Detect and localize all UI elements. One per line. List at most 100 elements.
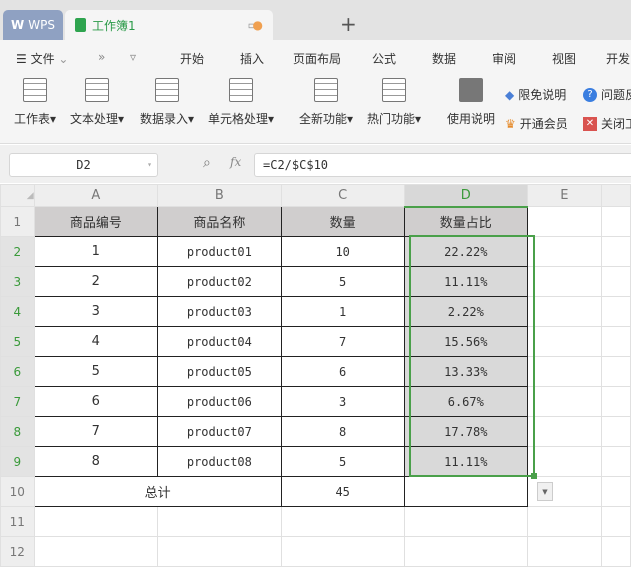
cell[interactable]: product04 <box>157 326 282 357</box>
cell[interactable]: product01 <box>157 236 282 267</box>
free-info-link[interactable]: ◆ 限免说明 <box>505 86 566 103</box>
cell[interactable]: 15.56% <box>403 326 529 357</box>
cell[interactable]: 2.22% <box>403 296 529 327</box>
cell[interactable] <box>600 536 631 567</box>
cell[interactable] <box>157 536 282 567</box>
cell[interactable]: product03 <box>157 296 282 327</box>
cell[interactable] <box>527 506 602 537</box>
cell[interactable]: 商品编号 <box>33 206 159 237</box>
cell[interactable] <box>527 206 602 237</box>
cell[interactable] <box>600 506 631 537</box>
data-entry-button[interactable]: 数据录入▾ <box>140 78 194 127</box>
cell[interactable]: 6 <box>33 386 159 417</box>
cell[interactable] <box>527 266 602 297</box>
cell[interactable]: 17.78% <box>403 416 529 447</box>
cell[interactable] <box>403 536 529 567</box>
cell[interactable] <box>403 506 529 537</box>
cell[interactable] <box>33 536 159 567</box>
menu-start[interactable]: 开始 <box>180 50 204 67</box>
row-header[interactable]: 12 <box>0 536 35 567</box>
name-box[interactable]: D2 ▾ <box>9 153 158 177</box>
cell[interactable] <box>527 356 602 387</box>
menu-file[interactable]: ☰ 文件 ⌄ <box>16 50 68 67</box>
cell[interactable]: 3 <box>33 296 159 327</box>
row-header[interactable]: 1 <box>0 206 35 237</box>
menu-formula[interactable]: 公式 <box>372 50 396 67</box>
menu-developer[interactable]: 开发 <box>606 50 630 67</box>
menu-view[interactable]: 视图 <box>552 50 576 67</box>
cell[interactable]: 6 <box>280 356 405 387</box>
menu-data[interactable]: 数据 <box>432 50 456 67</box>
column-header-b[interactable]: B <box>157 184 282 207</box>
cell[interactable]: 6.67% <box>403 386 529 417</box>
row-header[interactable]: 10 <box>0 476 35 507</box>
cell[interactable]: 11.11% <box>403 446 529 477</box>
zoom-search-icon[interactable]: ⌕ <box>203 155 211 171</box>
cell[interactable]: 10 <box>280 236 405 267</box>
new-tab-button[interactable]: + <box>340 12 357 36</box>
column-header-c[interactable]: C <box>280 184 405 207</box>
row-header[interactable]: 8 <box>0 416 35 447</box>
cell[interactable]: product07 <box>157 416 282 447</box>
new-features-button[interactable]: 全新功能▾ <box>299 78 353 127</box>
cell[interactable] <box>157 506 282 537</box>
spreadsheet-grid[interactable]: ◢ A B C D E 1 商品编号 商品名称 数量 数量占比 2 1 product01 10 22.2… <box>0 184 631 567</box>
cell[interactable]: 5 <box>280 266 405 297</box>
fill-handle[interactable] <box>531 473 537 479</box>
tab-workbook[interactable]: 工作簿1 ▭ ● <box>65 10 273 40</box>
cell[interactable]: 1 <box>280 296 405 327</box>
cell[interactable] <box>527 536 602 567</box>
cell[interactable] <box>600 266 631 297</box>
cell[interactable]: 5 <box>33 356 159 387</box>
cell[interactable]: 4 <box>33 326 159 357</box>
cell[interactable] <box>600 416 631 447</box>
column-header-a[interactable]: A <box>33 184 159 207</box>
cell[interactable]: 5 <box>280 446 405 477</box>
menu-review[interactable]: 审阅 <box>492 50 516 67</box>
select-all-corner[interactable]: ◢ <box>0 184 35 207</box>
cell[interactable] <box>527 416 602 447</box>
cell[interactable] <box>527 446 602 477</box>
cell[interactable] <box>600 236 631 267</box>
cell-processing-button[interactable]: 单元格处理▾ <box>208 78 274 127</box>
tab-wps[interactable]: W WPS <box>3 10 63 40</box>
cell[interactable] <box>527 386 602 417</box>
row-header[interactable]: 11 <box>0 506 35 537</box>
cell[interactable]: product02 <box>157 266 282 297</box>
cell[interactable] <box>527 296 602 327</box>
cell[interactable]: 7 <box>280 326 405 357</box>
cell[interactable]: 数量 <box>280 206 405 237</box>
row-header[interactable]: 3 <box>0 266 35 297</box>
autofill-options-button[interactable]: ▼ <box>537 482 553 501</box>
cell[interactable] <box>600 356 631 387</box>
feedback-link[interactable]: ? 问题反 <box>583 86 631 103</box>
column-header-d[interactable]: D <box>403 184 529 208</box>
cell[interactable] <box>527 236 602 267</box>
column-header-f[interactable] <box>600 184 631 207</box>
cell[interactable]: 13.33% <box>403 356 529 387</box>
menu-insert[interactable]: 插入 <box>240 50 264 67</box>
total-value-cell[interactable]: 45 <box>280 476 405 507</box>
cell[interactable] <box>600 446 631 477</box>
cell[interactable] <box>600 206 631 237</box>
cell[interactable]: 8 <box>33 446 159 477</box>
cell[interactable] <box>527 326 602 357</box>
cell[interactable]: product08 <box>157 446 282 477</box>
fx-icon[interactable]: fx <box>230 155 241 169</box>
row-header[interactable]: 4 <box>0 296 35 327</box>
worksheet-button[interactable]: 工作表▾ <box>14 78 56 127</box>
cell[interactable] <box>600 476 631 507</box>
cell[interactable]: 2 <box>33 266 159 297</box>
text-processing-button[interactable]: 文本处理▾ <box>70 78 124 127</box>
row-header[interactable]: 7 <box>0 386 35 417</box>
cell[interactable]: 22.22% <box>403 236 529 267</box>
cell[interactable] <box>280 506 405 537</box>
formula-input[interactable]: =C2/$C$10 <box>254 153 631 177</box>
cell[interactable] <box>600 296 631 327</box>
cell[interactable] <box>280 536 405 567</box>
row-header[interactable]: 5 <box>0 326 35 357</box>
cell[interactable]: 7 <box>33 416 159 447</box>
customize-icon[interactable]: ▿ <box>130 50 136 64</box>
total-label-cell[interactable]: 总计 <box>33 476 282 507</box>
cell[interactable]: 1 <box>33 236 159 267</box>
